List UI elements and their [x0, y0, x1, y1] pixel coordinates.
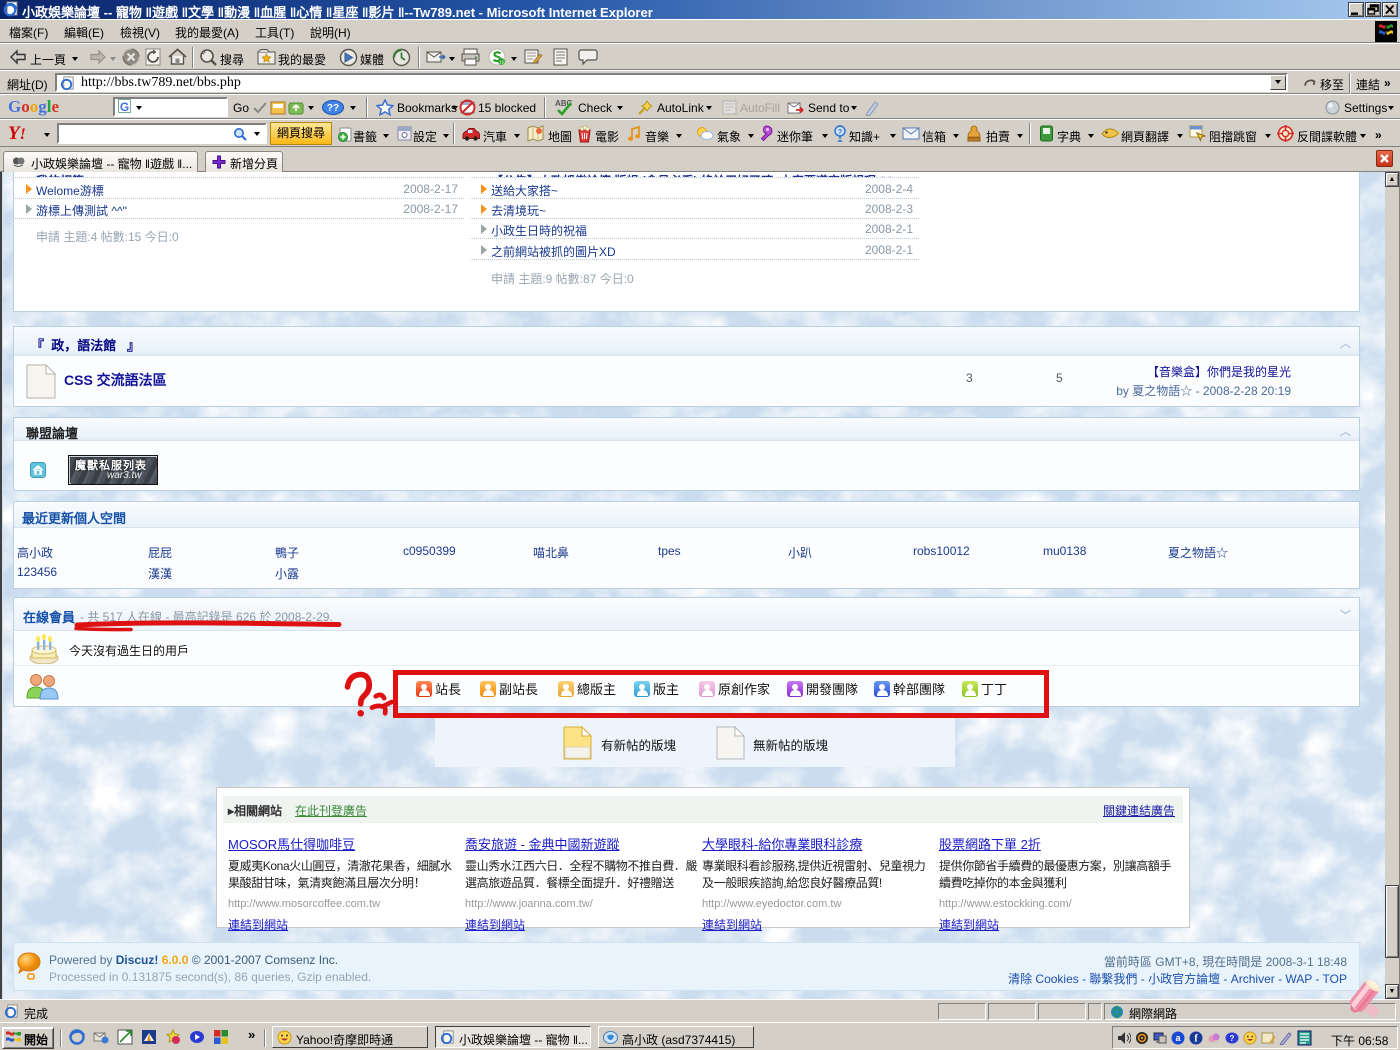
svg-text:?: ? — [1230, 1034, 1235, 1043]
svg-text:15: 15 — [499, 59, 505, 64]
svg-text:??: ?? — [327, 103, 339, 114]
svg-text:?: ? — [838, 129, 842, 136]
